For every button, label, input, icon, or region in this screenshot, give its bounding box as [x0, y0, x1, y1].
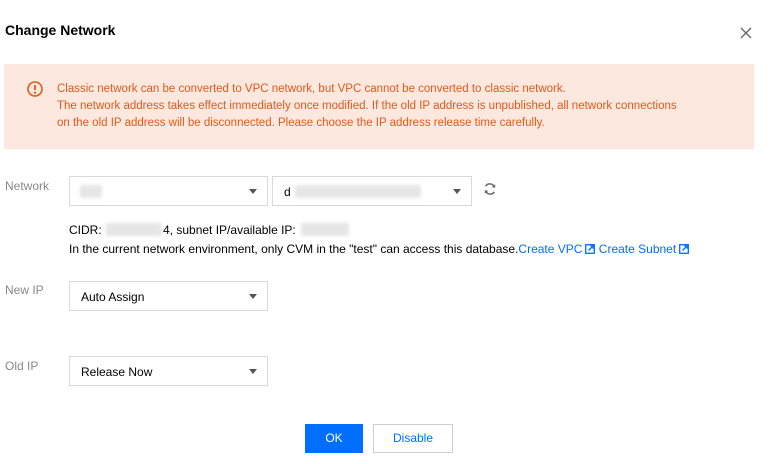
- close-icon[interactable]: [737, 24, 755, 42]
- environment-text: In the current network environment, only…: [69, 242, 519, 256]
- chevron-down-icon: [249, 189, 257, 194]
- warning-alert: Classic network can be converted to VPC …: [4, 64, 754, 149]
- create-vpc-link[interactable]: Create VPC: [518, 242, 596, 256]
- cidr-label: CIDR:: [69, 223, 102, 237]
- chevron-down-icon: [249, 369, 257, 374]
- environment-info: In the current network environment, only…: [69, 242, 690, 256]
- cidr-suffix: 4, subnet IP/available IP:: [163, 223, 296, 237]
- external-link-icon: [679, 244, 690, 254]
- warning-icon: [27, 81, 43, 97]
- ok-button[interactable]: OK: [305, 424, 363, 453]
- dialog-title: Change Network: [5, 22, 116, 38]
- vpc-select[interactable]: [69, 176, 268, 206]
- cidr-info: CIDR: 4, subnet IP/available IP:: [69, 223, 350, 237]
- subnet-select-value: d: [284, 185, 291, 199]
- disable-button[interactable]: Disable: [373, 424, 453, 453]
- old-ip-select-value: Release Now: [81, 365, 153, 379]
- redacted-value: [106, 223, 163, 236]
- new-ip-label: New IP: [5, 283, 44, 297]
- network-label: Network: [5, 179, 50, 193]
- subnet-select[interactable]: d: [272, 176, 472, 206]
- create-subnet-link[interactable]: Create Subnet: [598, 242, 690, 256]
- alert-line: on the old IP address will be disconnect…: [57, 117, 545, 129]
- old-ip-select[interactable]: Release Now: [69, 356, 268, 386]
- external-link-icon: [585, 244, 596, 254]
- alert-message: Classic network can be converted to VPC …: [57, 81, 747, 132]
- new-ip-select-value: Auto Assign: [81, 290, 145, 304]
- create-vpc-label: Create VPC: [518, 242, 583, 256]
- refresh-icon[interactable]: [482, 181, 498, 197]
- redacted-value: [301, 223, 350, 236]
- redacted-value: [80, 185, 102, 198]
- old-ip-label: Old IP: [5, 359, 39, 373]
- chevron-down-icon: [249, 294, 257, 299]
- chevron-down-icon: [453, 189, 461, 194]
- alert-line: The network address takes effect immedia…: [57, 100, 677, 112]
- alert-line: Classic network can be converted to VPC …: [57, 83, 566, 95]
- create-subnet-label: Create Subnet: [598, 242, 677, 256]
- new-ip-select[interactable]: Auto Assign: [69, 281, 268, 311]
- redacted-value: [295, 185, 421, 198]
